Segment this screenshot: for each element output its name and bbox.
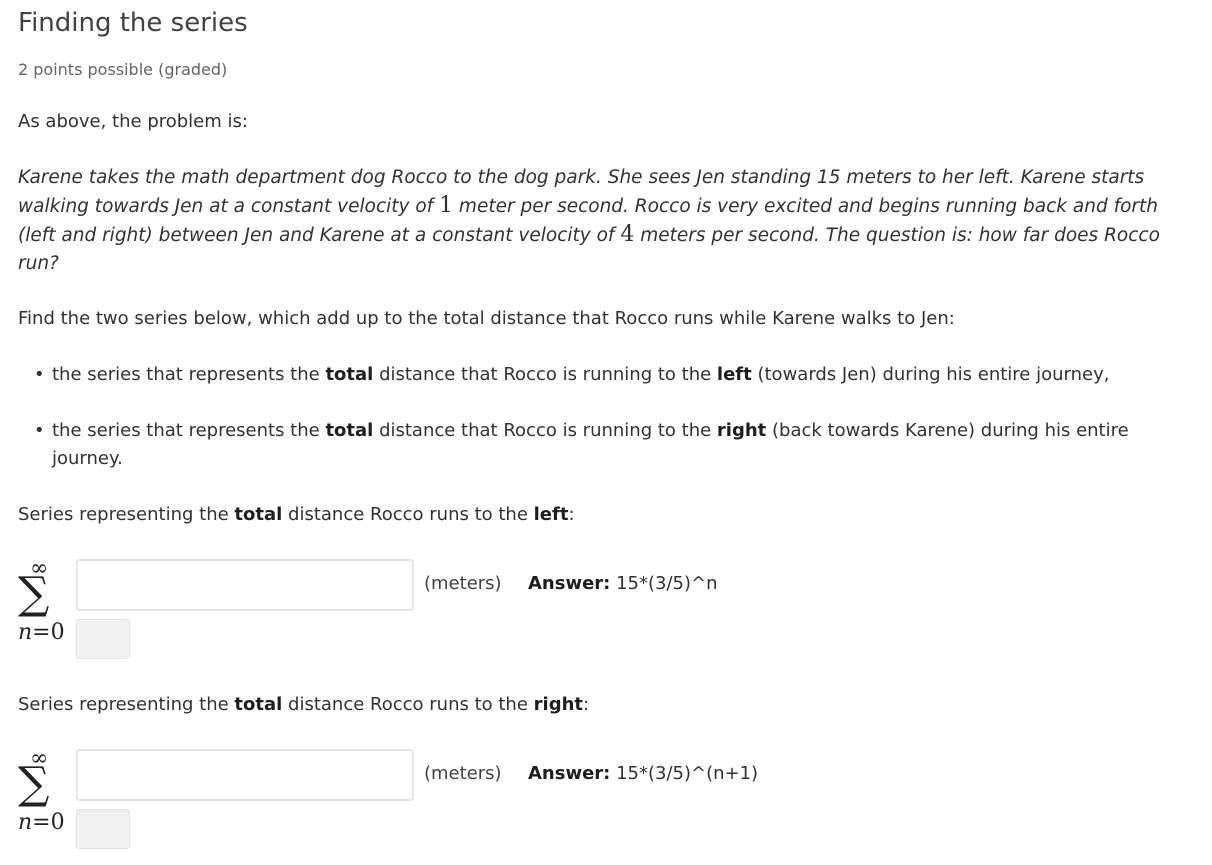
series-left-input[interactable] bbox=[76, 559, 414, 611]
bullet-text: distance that Rocco is running to the bbox=[373, 364, 717, 385]
intro-text: As above, the problem is: bbox=[18, 111, 248, 132]
lower-bound-value: =0 bbox=[32, 620, 65, 645]
bullet-bold: left bbox=[716, 364, 752, 385]
series-left-preview bbox=[76, 619, 130, 659]
series-right-preview bbox=[76, 809, 130, 849]
label-bold: left bbox=[533, 504, 569, 525]
unit-label: (meters) bbox=[424, 763, 502, 784]
points-possible: 2 points possible (graded) bbox=[18, 60, 228, 79]
sigma-icon: ∑ bbox=[18, 568, 50, 619]
label-text: : bbox=[568, 504, 575, 525]
series-right-label: Series representing the total distance R… bbox=[18, 691, 589, 719]
label-text: distance Rocco runs to the bbox=[282, 694, 534, 715]
answer-value: 15*(3/5)^(n+1) bbox=[610, 763, 759, 784]
lower-bound-var: n bbox=[18, 810, 33, 835]
label-text: : bbox=[583, 694, 590, 715]
lower-bound-var: n bbox=[18, 620, 33, 645]
problem-statement: Karene takes the math department dog Roc… bbox=[18, 164, 1198, 278]
find-instructions: Find the two series below, which add up … bbox=[18, 308, 955, 329]
bullet-bold: total bbox=[325, 364, 374, 385]
label-text: Series representing the bbox=[18, 694, 235, 715]
bullet-text: (towards Jen) during his entire journey, bbox=[751, 364, 1110, 385]
series-left-answer: Answer: 15*(3/5)^n bbox=[528, 573, 718, 594]
label-bold: total bbox=[234, 504, 283, 525]
lower-bound: n=0 bbox=[18, 810, 65, 835]
label-text: distance Rocco runs to the bbox=[282, 504, 534, 525]
bullet-bold: total bbox=[325, 420, 374, 441]
series-left-label: Series representing the total distance R… bbox=[18, 501, 575, 529]
answer-label: Answer: bbox=[528, 763, 611, 784]
label-bold: total bbox=[234, 694, 283, 715]
label-bold: right bbox=[533, 694, 583, 715]
bullet-bold: right bbox=[716, 420, 767, 441]
label-text: Series representing the bbox=[18, 504, 235, 525]
bullet-text: the series that represents the bbox=[52, 364, 326, 385]
bullet-dot: • bbox=[34, 420, 45, 441]
velocity-karene: 1 bbox=[439, 193, 454, 218]
unit-label: (meters) bbox=[424, 573, 502, 594]
series-right-input[interactable] bbox=[76, 749, 414, 801]
bullet-dot: • bbox=[34, 364, 45, 385]
series-right-answer: Answer: 15*(3/5)^(n+1) bbox=[528, 763, 758, 784]
bullet-left-series: • the series that represents the total di… bbox=[18, 361, 1198, 389]
problem-title: Finding the series bbox=[18, 8, 248, 38]
bullet-text: the series that represents the bbox=[52, 420, 326, 441]
bullet-text: distance that Rocco is running to the bbox=[373, 420, 717, 441]
lower-bound-value: =0 bbox=[32, 810, 65, 835]
sigma-icon: ∑ bbox=[18, 758, 50, 809]
answer-value: 15*(3/5)^n bbox=[610, 573, 718, 594]
velocity-rocco: 4 bbox=[620, 222, 635, 247]
lower-bound: n=0 bbox=[18, 620, 65, 645]
bullet-right-series: • the series that represents the total di… bbox=[18, 417, 1198, 473]
answer-label: Answer: bbox=[528, 573, 611, 594]
series-bullet-list: • the series that represents the total di… bbox=[18, 361, 1198, 501]
